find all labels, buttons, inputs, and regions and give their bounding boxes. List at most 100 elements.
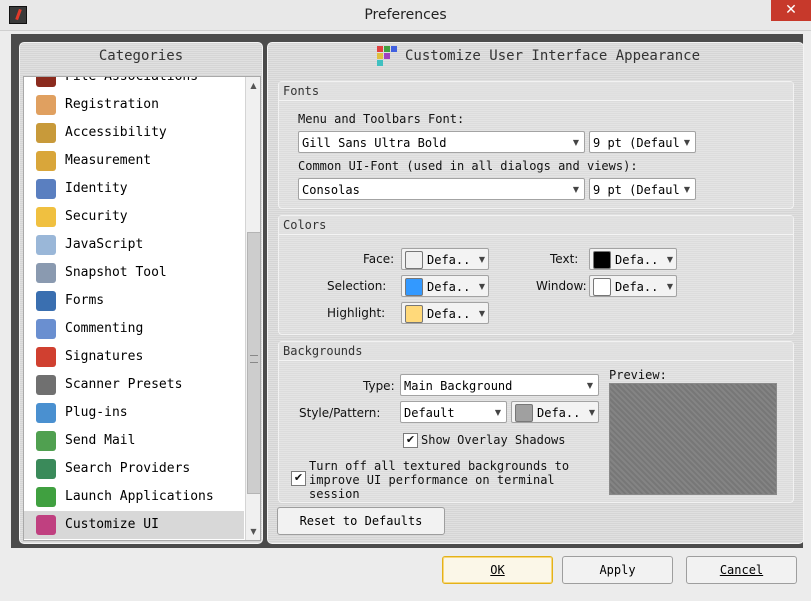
apply-button[interactable]: Apply [562,556,673,584]
fonts-group: Fonts Menu and Toolbars Font: Gill Sans … [278,81,794,209]
sidebar-item-file-associations[interactable]: File Associations [24,76,244,91]
sidebar-item-commenting[interactable]: Commenting [24,315,244,343]
menu-font-size-select[interactable]: 9 pt (Defaul ▼ [589,131,696,153]
textured-off-checkbox[interactable]: ✔ [291,471,306,486]
chevron-down-icon: ▼ [478,255,485,264]
chevron-down-icon: ▼ [478,282,485,291]
sidebar-item-label: Forms [65,293,105,308]
chevron-down-icon: ▼ [586,381,594,390]
registration-icon [36,95,56,115]
style-pattern-value: Default [404,406,455,420]
cancel-button-label: Cancel [719,563,764,577]
textured-off-label[interactable]: Turn off all textured backgrounds to imp… [309,459,569,501]
title-bar: Preferences ✕ [0,0,811,31]
textured-off-label-line-3: session [309,487,360,501]
sidebar-item-plug-ins[interactable]: Plug-ins [24,399,244,427]
window-color-value: Defa.. [615,280,659,294]
style-pattern-select[interactable]: Default ▼ [400,401,507,423]
selection-color-button[interactable]: Defa.. ▼ [401,275,489,297]
menu-font-label: Menu and Toolbars Font: [298,112,465,126]
identity-icon [36,179,56,199]
sidebar-item-launch-applications[interactable]: Launch Applications [24,483,244,511]
pattern-color-swatch [515,404,533,422]
categories-header: Categories [98,48,184,64]
measurement-icon [36,151,56,171]
accessibility-icon [36,123,56,143]
highlight-color-button[interactable]: Defa.. ▼ [401,302,489,324]
highlight-color-swatch [405,305,423,323]
chevron-down-icon: ▼ [588,408,595,417]
sidebar-item-security[interactable]: Security [24,203,244,231]
menu-font-select[interactable]: Gill Sans Ultra Bold ▼ [298,131,585,153]
close-button[interactable]: ✕ [771,0,811,21]
window-title: Preferences [364,7,447,23]
textured-off-label-line-2: improve UI performance on terminal [309,473,555,487]
sidebar-item-signatures[interactable]: Signatures [24,343,244,371]
scroll-thumb[interactable] [247,232,260,494]
chevron-down-icon: ▼ [494,408,502,417]
ui-font-select[interactable]: Consolas ▼ [298,178,585,200]
window-label: Window: [536,279,587,293]
text-color-button[interactable]: Defa.. ▼ [589,248,677,270]
pattern-color-button[interactable]: Defa.. ▼ [511,401,599,423]
sidebar-item-identity[interactable]: Identity [24,175,244,203]
panel-title: Customize User Interface Appearance [268,43,803,69]
sidebar-item-label: Commenting [65,321,144,336]
window-color-button[interactable]: Defa.. ▼ [589,275,677,297]
overlay-shadows-checkbox[interactable]: ✔ [403,433,418,448]
commenting-icon [36,319,56,339]
chevron-down-icon: ▼ [572,185,580,194]
ok-button-label: OK [490,563,505,577]
sidebar-item-label: Identity [65,181,128,196]
background-type-select[interactable]: Main Background ▼ [400,374,599,396]
sidebar-item-label: Scanner Presets [65,377,183,392]
sidebar-item-scanner-presets[interactable]: Scanner Presets [24,371,244,399]
cancel-button[interactable]: Cancel [686,556,797,584]
sidebar-item-label: Snapshot Tool [65,265,167,280]
sidebar-item-send-mail[interactable]: Send Mail [24,427,244,455]
sidebar-item-label: Registration [65,97,159,112]
sidebar-item-forms[interactable]: Forms [24,287,244,315]
textured-off-label-line-1: Turn off all textured backgrounds to [309,459,570,473]
ui-font-size-value: 9 pt (Defaul [593,183,680,197]
ok-button[interactable]: OK [442,556,553,584]
scanner-icon [36,375,56,395]
categories-scrollbar[interactable]: ▲ ▼ [245,77,260,540]
pattern-color-value: Defa.. [537,406,581,420]
sidebar-item-javascript[interactable]: JavaScript [24,231,244,259]
colors-group: Colors Face: Defa.. ▼ Selection: Defa.. … [278,215,794,335]
grip-icon [250,355,258,363]
chevron-down-icon: ▼ [666,255,673,264]
face-color-swatch [405,251,423,269]
send-mail-icon [36,431,56,451]
face-color-value: Defa.. [427,253,471,267]
categories-list[interactable]: File Associations Registration Accessibili… [23,76,261,541]
sidebar-item-label: Plug-ins [65,405,128,420]
sidebar-item-label: Customize UI [65,517,159,532]
highlight-color-value: Defa.. [427,307,471,321]
reset-to-defaults-button[interactable]: Reset to Defaults [277,507,445,535]
chevron-down-icon: ▼ [572,138,580,147]
text-label: Text: [550,252,579,266]
scroll-down-arrow-icon[interactable]: ▼ [246,523,260,540]
sidebar-item-accessibility[interactable]: Accessibility [24,119,244,147]
plugins-icon [36,403,56,423]
colors-section-title: Colors [279,216,793,235]
scroll-up-arrow-icon[interactable]: ▲ [246,77,260,94]
sidebar-item-snapshot-tool[interactable]: Snapshot Tool [24,259,244,287]
selection-label: Selection: [327,279,387,293]
sidebar-item-measurement[interactable]: Measurement [24,147,244,175]
overlay-shadows-label[interactable]: Show Overlay Shadows [421,433,566,447]
text-color-value: Defa.. [615,253,659,267]
sidebar-item-search-providers[interactable]: Search Providers [24,455,244,483]
customize-ui-panel: Customize User Interface Appearance Font… [267,42,804,544]
sidebar-item-label: File Associations [65,76,199,84]
file-associations-icon [36,77,56,87]
ui-font-size-select[interactable]: 9 pt (Defaul ▼ [589,178,696,200]
sidebar-item-registration[interactable]: Registration [24,91,244,119]
sidebar-item-label: JavaScript [65,237,144,252]
preview-label: Preview: [609,368,667,382]
face-color-button[interactable]: Defa.. ▼ [401,248,489,270]
sidebar-item-customize-ui[interactable]: Customize UI [24,511,244,539]
sidebar-item-label: Search Providers [65,461,191,476]
